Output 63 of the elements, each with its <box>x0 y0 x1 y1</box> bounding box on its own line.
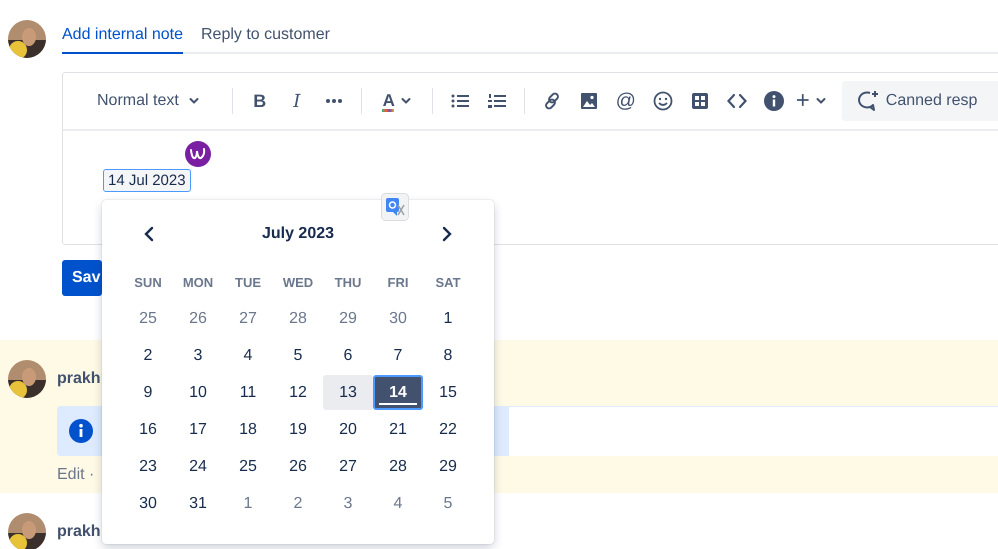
calendar-day[interactable]: 4 <box>223 338 273 373</box>
text-color-button[interactable]: A <box>372 85 421 117</box>
calendar-day[interactable]: 1 <box>223 486 273 521</box>
calendar-day[interactable]: 2 <box>273 486 323 521</box>
calendar-day[interactable]: 28 <box>373 449 423 484</box>
weekday-label: SAT <box>434 274 462 292</box>
weekday-label: TUE <box>234 274 262 292</box>
calendar-day[interactable]: 8 <box>423 338 473 373</box>
weekday-label: MON <box>182 274 214 292</box>
calendar-day[interactable]: 10 <box>173 375 223 410</box>
calendar-day[interactable]: 3 <box>323 486 373 521</box>
calendar-day[interactable]: 13 <box>323 375 373 410</box>
calendar-day[interactable]: 6 <box>323 338 373 373</box>
calendar-day[interactable]: 21 <box>373 412 423 447</box>
calendar-day[interactable]: 17 <box>173 412 223 447</box>
calendar-day[interactable]: 30 <box>123 486 173 521</box>
weekday-label: WED <box>282 274 314 292</box>
weekday-label: FRI <box>386 274 410 292</box>
calendar-day[interactable]: 15 <box>423 375 473 410</box>
month-title: July 2023 <box>262 225 334 243</box>
calendar-day[interactable]: 25 <box>123 301 173 336</box>
bold-button[interactable]: B <box>244 85 276 117</box>
calendar-day[interactable]: 16 <box>123 412 173 447</box>
mention-button[interactable]: @ <box>610 85 642 117</box>
weekday-label: SUN <box>133 274 163 292</box>
calendar-day[interactable]: 24 <box>173 449 223 484</box>
calendar-day[interactable]: 18 <box>223 412 273 447</box>
calendar-day[interactable]: 30 <box>373 301 423 336</box>
calendar-day[interactable]: 27 <box>323 449 373 484</box>
insert-button[interactable]: + <box>794 85 827 117</box>
text-style-dropdown[interactable]: Normal text <box>97 85 199 117</box>
author-name[interactable]: prakh <box>57 370 101 388</box>
calendar-day[interactable]: 27 <box>223 301 273 336</box>
calendar-day[interactable]: 31 <box>173 486 223 521</box>
calendar-day[interactable]: 3 <box>173 338 223 373</box>
calendar-day[interactable]: 20 <box>323 412 373 447</box>
weekday-label: THU <box>334 274 362 292</box>
calendar-day[interactable]: 5 <box>423 486 473 521</box>
calendar-day[interactable]: 19 <box>273 412 323 447</box>
calendar-day[interactable]: 14 <box>373 375 423 410</box>
tab[interactable]: Reply to customer <box>200 24 330 54</box>
calendar-day[interactable]: 26 <box>173 301 223 336</box>
italic-button[interactable]: I <box>280 85 313 117</box>
calendar-day[interactable]: 29 <box>423 449 473 484</box>
calendar-day[interactable]: 25 <box>223 449 273 484</box>
calendar-day[interactable]: 23 <box>123 449 173 484</box>
calendar-day[interactable]: 11 <box>223 375 273 410</box>
calendar-day[interactable]: 9 <box>123 375 173 410</box>
calendar-day[interactable]: 29 <box>323 301 373 336</box>
canned-responses-button[interactable]: Canned resp <box>842 81 998 121</box>
calendar-day[interactable]: 26 <box>273 449 323 484</box>
calendar-day[interactable]: 2 <box>123 338 173 373</box>
calendar-day[interactable]: 12 <box>273 375 323 410</box>
calendar-day[interactable]: 5 <box>273 338 323 373</box>
calendar-day[interactable]: 7 <box>373 338 423 373</box>
save-button[interactable]: Sav <box>62 260 102 296</box>
calendar-day[interactable]: 1 <box>423 301 473 336</box>
calendar-day[interactable]: 22 <box>423 412 473 447</box>
calendar-day[interactable]: 4 <box>373 486 423 521</box>
author-name[interactable]: prakh <box>57 523 101 541</box>
tab[interactable]: Add internal note <box>62 24 183 54</box>
calendar-day[interactable]: 28 <box>273 301 323 336</box>
date-chip[interactable]: 14 Jul 2023 <box>103 169 191 192</box>
